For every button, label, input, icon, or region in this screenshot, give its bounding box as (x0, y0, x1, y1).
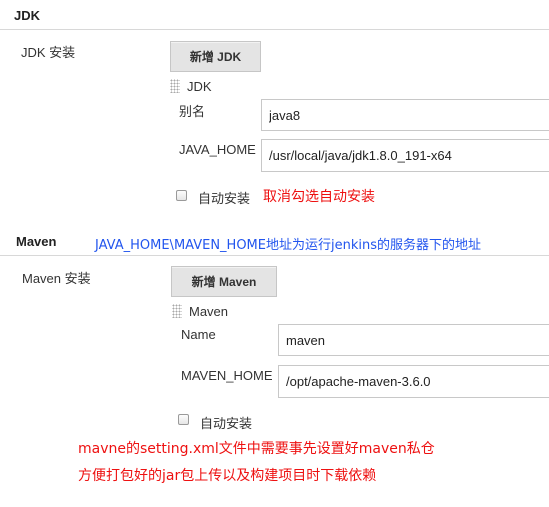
maven-annotation-line2: 方便打包好的jar包上传以及构建项目时下载依赖 (78, 468, 377, 484)
jdk-item-title: JDK (187, 79, 212, 94)
maven-path-annotation: JAVA_HOME\MAVEN_HOME地址为运行jenkins的服务器下的地址 (95, 238, 481, 253)
maven-section-title: Maven (16, 234, 57, 249)
maven-name-input[interactable] (278, 324, 549, 356)
drag-handle-icon[interactable] (170, 79, 180, 93)
maven-home-label: MAVEN_HOME (181, 368, 273, 383)
maven-home-input[interactable] (278, 365, 549, 398)
drag-handle-icon[interactable] (172, 304, 182, 318)
add-jdk-button[interactable]: 新增 JDK (170, 41, 261, 72)
jdk-install-label: JDK 安装 (21, 45, 76, 60)
jdk-annotation: 取消勾选自动安装 (263, 189, 375, 205)
jdk-name-input[interactable] (261, 99, 549, 131)
jdk-auto-install-label: 自动安装 (198, 191, 251, 206)
add-maven-button[interactable]: 新增 Maven (171, 266, 277, 297)
jdk-auto-install-checkbox[interactable] (176, 190, 187, 201)
java-home-label: JAVA_HOME (179, 142, 256, 157)
java-home-input[interactable] (261, 139, 549, 172)
jdk-section-title: JDK (14, 8, 41, 23)
maven-annotation-line1: mavne的setting.xml文件中需要事先设置好maven私仓 (78, 441, 435, 457)
maven-auto-install-label: 自动安装 (200, 416, 253, 431)
maven-item-title: Maven (189, 304, 229, 319)
maven-name-label: Name (181, 327, 216, 342)
jdk-section-divider (0, 29, 549, 30)
maven-section-divider (0, 255, 549, 256)
maven-install-label: Maven 安装 (22, 271, 91, 286)
maven-auto-install-checkbox[interactable] (178, 414, 189, 425)
jdk-name-label: 别名 (179, 104, 206, 119)
